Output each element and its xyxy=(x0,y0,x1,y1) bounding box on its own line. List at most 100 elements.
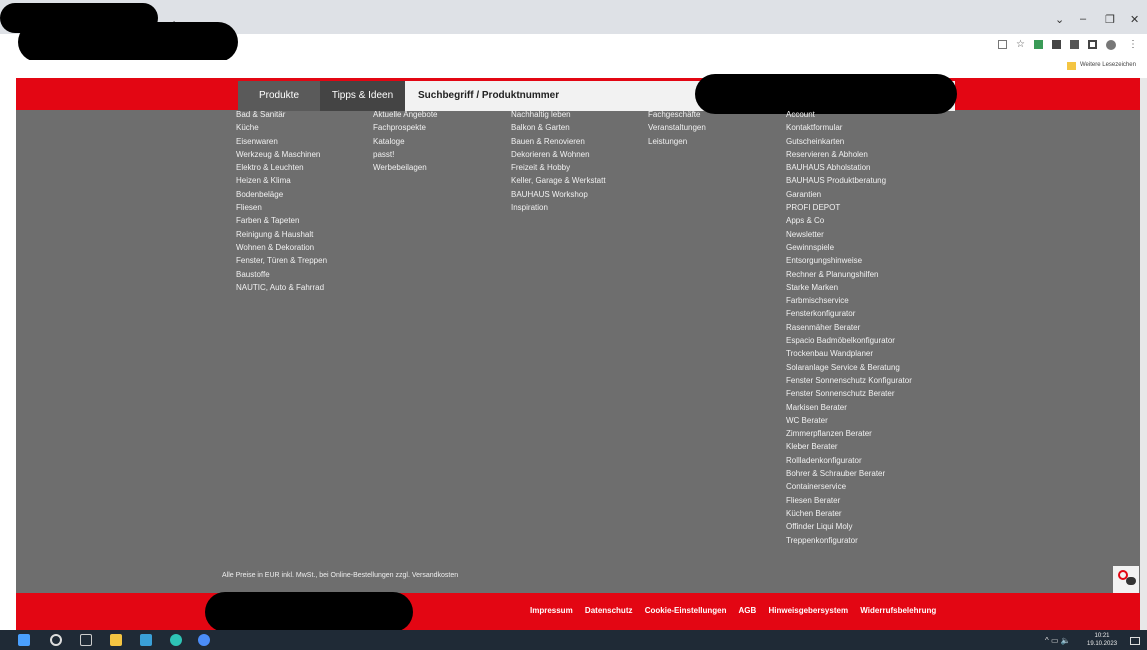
windows-start-icon[interactable] xyxy=(18,634,30,646)
link-fliesen[interactable]: Fliesen xyxy=(236,201,327,214)
footer-datenschutz[interactable]: Datenschutz xyxy=(585,606,633,615)
bookmarks-folder[interactable]: Weitere Lesezeichen xyxy=(1080,62,1136,68)
sidebar-icon[interactable] xyxy=(1088,40,1097,49)
accessibility-widget[interactable] xyxy=(1113,566,1139,596)
clock[interactable]: 10:21 19.10.2023 xyxy=(1087,632,1117,648)
link-elektro[interactable]: Elektro & Leuchten xyxy=(236,161,327,174)
redacted-footer xyxy=(205,592,413,632)
footer-hinweisgeber[interactable]: Hinweisgebersystem xyxy=(768,606,848,615)
link-balkon[interactable]: Balkon & Garten xyxy=(511,121,606,134)
link-kataloge[interactable]: Kataloge xyxy=(373,135,438,148)
link-newsletter[interactable]: Newsletter xyxy=(786,228,912,241)
link-wohnen[interactable]: Wohnen & Dekoration xyxy=(236,241,327,254)
nav-produkte[interactable]: Produkte xyxy=(238,81,320,111)
link-nautic[interactable]: NAUTIC, Auto & Fahrrad xyxy=(236,281,327,294)
file-explorer-icon[interactable] xyxy=(110,634,122,646)
link-trockenbau[interactable]: Trockenbau Wandplaner xyxy=(786,347,912,360)
link-fliesen-berater[interactable]: Fliesen Berater xyxy=(786,494,912,507)
footer-agb[interactable]: AGB xyxy=(738,606,756,615)
link-zimmerpflanzen[interactable]: Zimmerpflanzen Berater xyxy=(786,427,912,440)
link-rollladen[interactable]: Rollladenkonfigurator xyxy=(786,454,912,467)
link-containerservice[interactable]: Containerservice xyxy=(786,480,912,493)
star-icon[interactable]: ☆ xyxy=(1016,40,1025,50)
link-solaranlage[interactable]: Solaranlage Service & Beratung xyxy=(786,361,912,374)
link-fachgeschaefte[interactable]: Fachgeschäfte xyxy=(648,108,706,121)
link-sonnenschutz-konfigurator[interactable]: Fenster Sonnenschutz Konfigurator xyxy=(786,374,912,387)
link-reinigung[interactable]: Reinigung & Haushalt xyxy=(236,228,327,241)
scrollbar[interactable] xyxy=(1140,78,1147,630)
edge-icon[interactable] xyxy=(170,634,182,646)
link-aktuelle-angebote[interactable]: Aktuelle Angebote xyxy=(373,108,438,121)
link-eisenwaren[interactable]: Eisenwaren xyxy=(236,135,327,148)
minimize-button[interactable]: – xyxy=(1080,13,1086,25)
link-passt[interactable]: passt! xyxy=(373,148,438,161)
link-bauen[interactable]: Bauen & Renovieren xyxy=(511,135,606,148)
link-treppenkonfigurator[interactable]: Treppenkonfigurator xyxy=(786,534,912,547)
link-workshop[interactable]: BAUHAUS Workshop xyxy=(511,188,606,201)
link-abholstation[interactable]: BAUHAUS Abholstation xyxy=(786,161,912,174)
link-sonnenschutz-berater[interactable]: Fenster Sonnenschutz Berater xyxy=(786,387,912,400)
link-freizeit[interactable]: Freizeit & Hobby xyxy=(511,161,606,174)
tray-icons[interactable]: ^ ▭ 🔈 xyxy=(1045,636,1071,645)
link-farben[interactable]: Farben & Tapeten xyxy=(236,214,327,227)
link-gutscheinkarten[interactable]: Gutscheinkarten xyxy=(786,135,912,148)
link-leistungen[interactable]: Leistungen xyxy=(648,135,706,148)
puzzle-icon[interactable] xyxy=(1052,40,1061,49)
profile-icon[interactable] xyxy=(1106,40,1116,50)
toolbar-icons: ☆ ⋮ xyxy=(998,40,1143,52)
link-dekorieren[interactable]: Dekorieren & Wohnen xyxy=(511,148,606,161)
link-veranstaltungen[interactable]: Veranstaltungen xyxy=(648,121,706,134)
link-markisen[interactable]: Markisen Berater xyxy=(786,401,912,414)
link-fenster[interactable]: Fenster, Türen & Treppen xyxy=(236,254,327,267)
link-rasenmaeher[interactable]: Rasenmäher Berater xyxy=(786,321,912,334)
footer-widerruf[interactable]: Widerrufsbelehrung xyxy=(860,606,936,615)
link-reservieren[interactable]: Reservieren & Abholen xyxy=(786,148,912,161)
link-heizen[interactable]: Heizen & Klima xyxy=(236,174,327,187)
app-icon[interactable] xyxy=(140,634,152,646)
link-werbebeilagen[interactable]: Werbebeilagen xyxy=(373,161,438,174)
link-wc-berater[interactable]: WC Berater xyxy=(786,414,912,427)
column-tipps: Nachhaltig leben Balkon & Garten Bauen &… xyxy=(511,108,606,214)
link-bohrer[interactable]: Bohrer & Schrauber Berater xyxy=(786,467,912,480)
link-kueche[interactable]: Küche xyxy=(236,121,327,134)
link-liqui-moly[interactable]: Offinder Liqui Moly xyxy=(786,520,912,533)
notification-icon[interactable] xyxy=(1130,637,1140,645)
link-farbmischservice[interactable]: Farbmischservice xyxy=(786,294,912,307)
link-kuechen-berater[interactable]: Küchen Berater xyxy=(786,507,912,520)
restore-button[interactable]: ❐ xyxy=(1105,13,1115,26)
link-rechner[interactable]: Rechner & Planungshilfen xyxy=(786,268,912,281)
search-icon[interactable] xyxy=(50,634,62,646)
tab-search-icon[interactable]: ⌄ xyxy=(1055,13,1064,26)
menu-icon[interactable]: ⋮ xyxy=(1128,40,1138,50)
chrome-icon[interactable] xyxy=(198,634,210,646)
link-fachprospekte[interactable]: Fachprospekte xyxy=(373,121,438,134)
link-starke-marken[interactable]: Starke Marken xyxy=(786,281,912,294)
link-espacio[interactable]: Espacio Badmöbelkonfigurator xyxy=(786,334,912,347)
footer-impressum[interactable]: Impressum xyxy=(530,606,573,615)
link-nachhaltig[interactable]: Nachhaltig leben xyxy=(511,108,606,121)
link-baustoffe[interactable]: Baustoffe xyxy=(236,268,327,281)
link-bodenbelaege[interactable]: Bodenbeläge xyxy=(236,188,327,201)
nav-tipps-ideen[interactable]: Tipps & Ideen xyxy=(320,81,405,111)
footer-cookie[interactable]: Cookie-Einstellungen xyxy=(645,606,727,615)
link-keller[interactable]: Keller, Garage & Werkstatt xyxy=(511,174,606,187)
link-produktberatung[interactable]: BAUHAUS Produktberatung xyxy=(786,174,912,187)
link-apps[interactable]: Apps & Co xyxy=(786,214,912,227)
link-account[interactable]: Account xyxy=(786,108,912,121)
link-garantien[interactable]: Garantien xyxy=(786,188,912,201)
link-kontaktformular[interactable]: Kontaktformular xyxy=(786,121,912,134)
link-inspiration[interactable]: Inspiration xyxy=(511,201,606,214)
link-bad-sanitaer[interactable]: Bad & Sanitär xyxy=(236,108,327,121)
link-kleber[interactable]: Kleber Berater xyxy=(786,440,912,453)
link-gewinnspiele[interactable]: Gewinnspiele xyxy=(786,241,912,254)
link-werkzeug[interactable]: Werkzeug & Maschinen xyxy=(236,148,327,161)
close-button[interactable]: ✕ xyxy=(1130,13,1139,26)
share-icon[interactable] xyxy=(998,40,1007,49)
link-fensterkonfigurator[interactable]: Fensterkonfigurator xyxy=(786,307,912,320)
extension-icon[interactable] xyxy=(1034,40,1043,49)
link-profi-depot[interactable]: PROFI DEPOT xyxy=(786,201,912,214)
user-icon[interactable] xyxy=(1070,40,1079,49)
link-entsorgung[interactable]: Entsorgungshinweise xyxy=(786,254,912,267)
footer-links: Impressum Datenschutz Cookie-Einstellung… xyxy=(530,606,946,615)
task-view-icon[interactable] xyxy=(80,634,92,646)
